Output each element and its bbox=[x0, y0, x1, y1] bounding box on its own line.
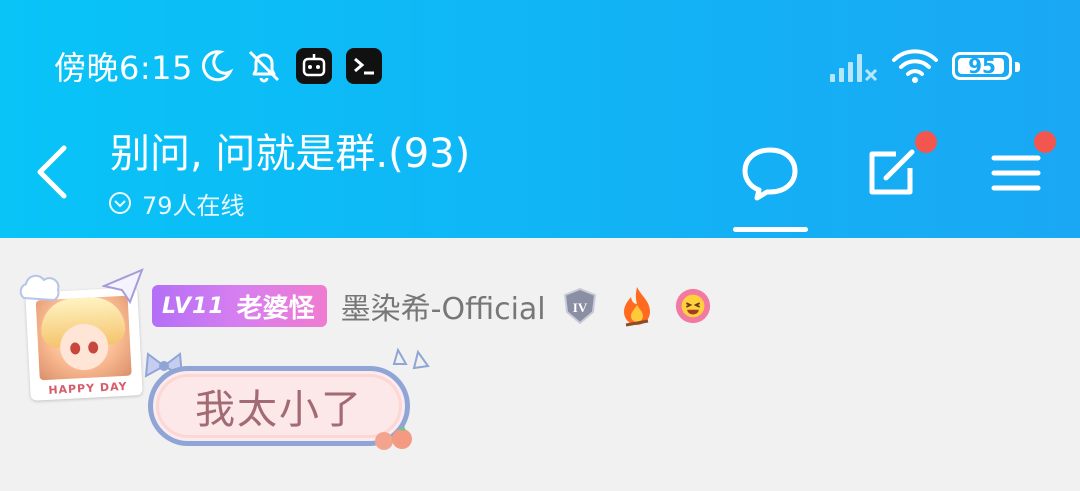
paper-plane-icon bbox=[102, 268, 144, 304]
bot-app-icon bbox=[296, 48, 332, 84]
battery-level: 95 bbox=[968, 54, 996, 78]
cloud-icon bbox=[19, 274, 60, 302]
status-bar: 傍晚6:15 95 bbox=[0, 0, 1080, 120]
level-badge[interactable]: LV11 老婆怪 bbox=[152, 285, 327, 327]
online-count[interactable]: 79人在线 bbox=[108, 186, 245, 220]
battery-tip bbox=[1015, 62, 1020, 72]
moon-icon bbox=[201, 50, 234, 82]
sender-nickname[interactable]: 墨染希-Official bbox=[341, 284, 546, 328]
svg-text:IV: IV bbox=[572, 300, 587, 315]
edit-notify-dot bbox=[915, 131, 937, 153]
status-time: 傍晚6:15 bbox=[54, 49, 193, 87]
rank-badge-icon[interactable]: IV bbox=[560, 286, 600, 326]
message-bubble[interactable]: 我太小了 bbox=[140, 346, 440, 456]
berries-icon bbox=[375, 426, 412, 450]
chat-bubble-button[interactable] bbox=[735, 140, 805, 204]
avatar-frame-text: HAPPY DAY bbox=[48, 379, 128, 397]
avatar-eye bbox=[69, 342, 81, 355]
bell-off-icon bbox=[248, 50, 280, 83]
chevron-down-circle-icon bbox=[109, 192, 131, 214]
terminal-icon bbox=[346, 48, 382, 84]
title-tag: 老婆怪 bbox=[236, 293, 315, 324]
online-text: 79人在线 bbox=[142, 191, 245, 220]
flower-emoji-icon[interactable] bbox=[674, 285, 712, 327]
bubble-body: 我太小了 bbox=[159, 377, 399, 435]
signal-icon bbox=[830, 54, 878, 82]
avatar-image bbox=[35, 295, 132, 381]
sender-info: LV11 老婆怪 墨染希-Official IV bbox=[152, 284, 712, 328]
menu-notify-dot bbox=[1034, 131, 1056, 153]
back-button[interactable] bbox=[30, 140, 78, 204]
avatar-eye bbox=[87, 341, 99, 354]
wifi-icon bbox=[892, 49, 938, 83]
message-text: 我太小了 bbox=[195, 387, 363, 433]
battery-indicator: 95 bbox=[952, 52, 1020, 80]
active-tab-indicator bbox=[733, 227, 808, 232]
level-number: LV11 bbox=[162, 293, 225, 319]
chat-title[interactable]: 别问, 问就是群.(93) bbox=[110, 128, 470, 180]
sender-avatar[interactable]: HAPPY DAY bbox=[14, 268, 144, 403]
fire-icon[interactable] bbox=[618, 285, 656, 327]
app-header: 傍晚6:15 95 别问, 问就是群.(93) 79人在线 bbox=[0, 0, 1080, 238]
